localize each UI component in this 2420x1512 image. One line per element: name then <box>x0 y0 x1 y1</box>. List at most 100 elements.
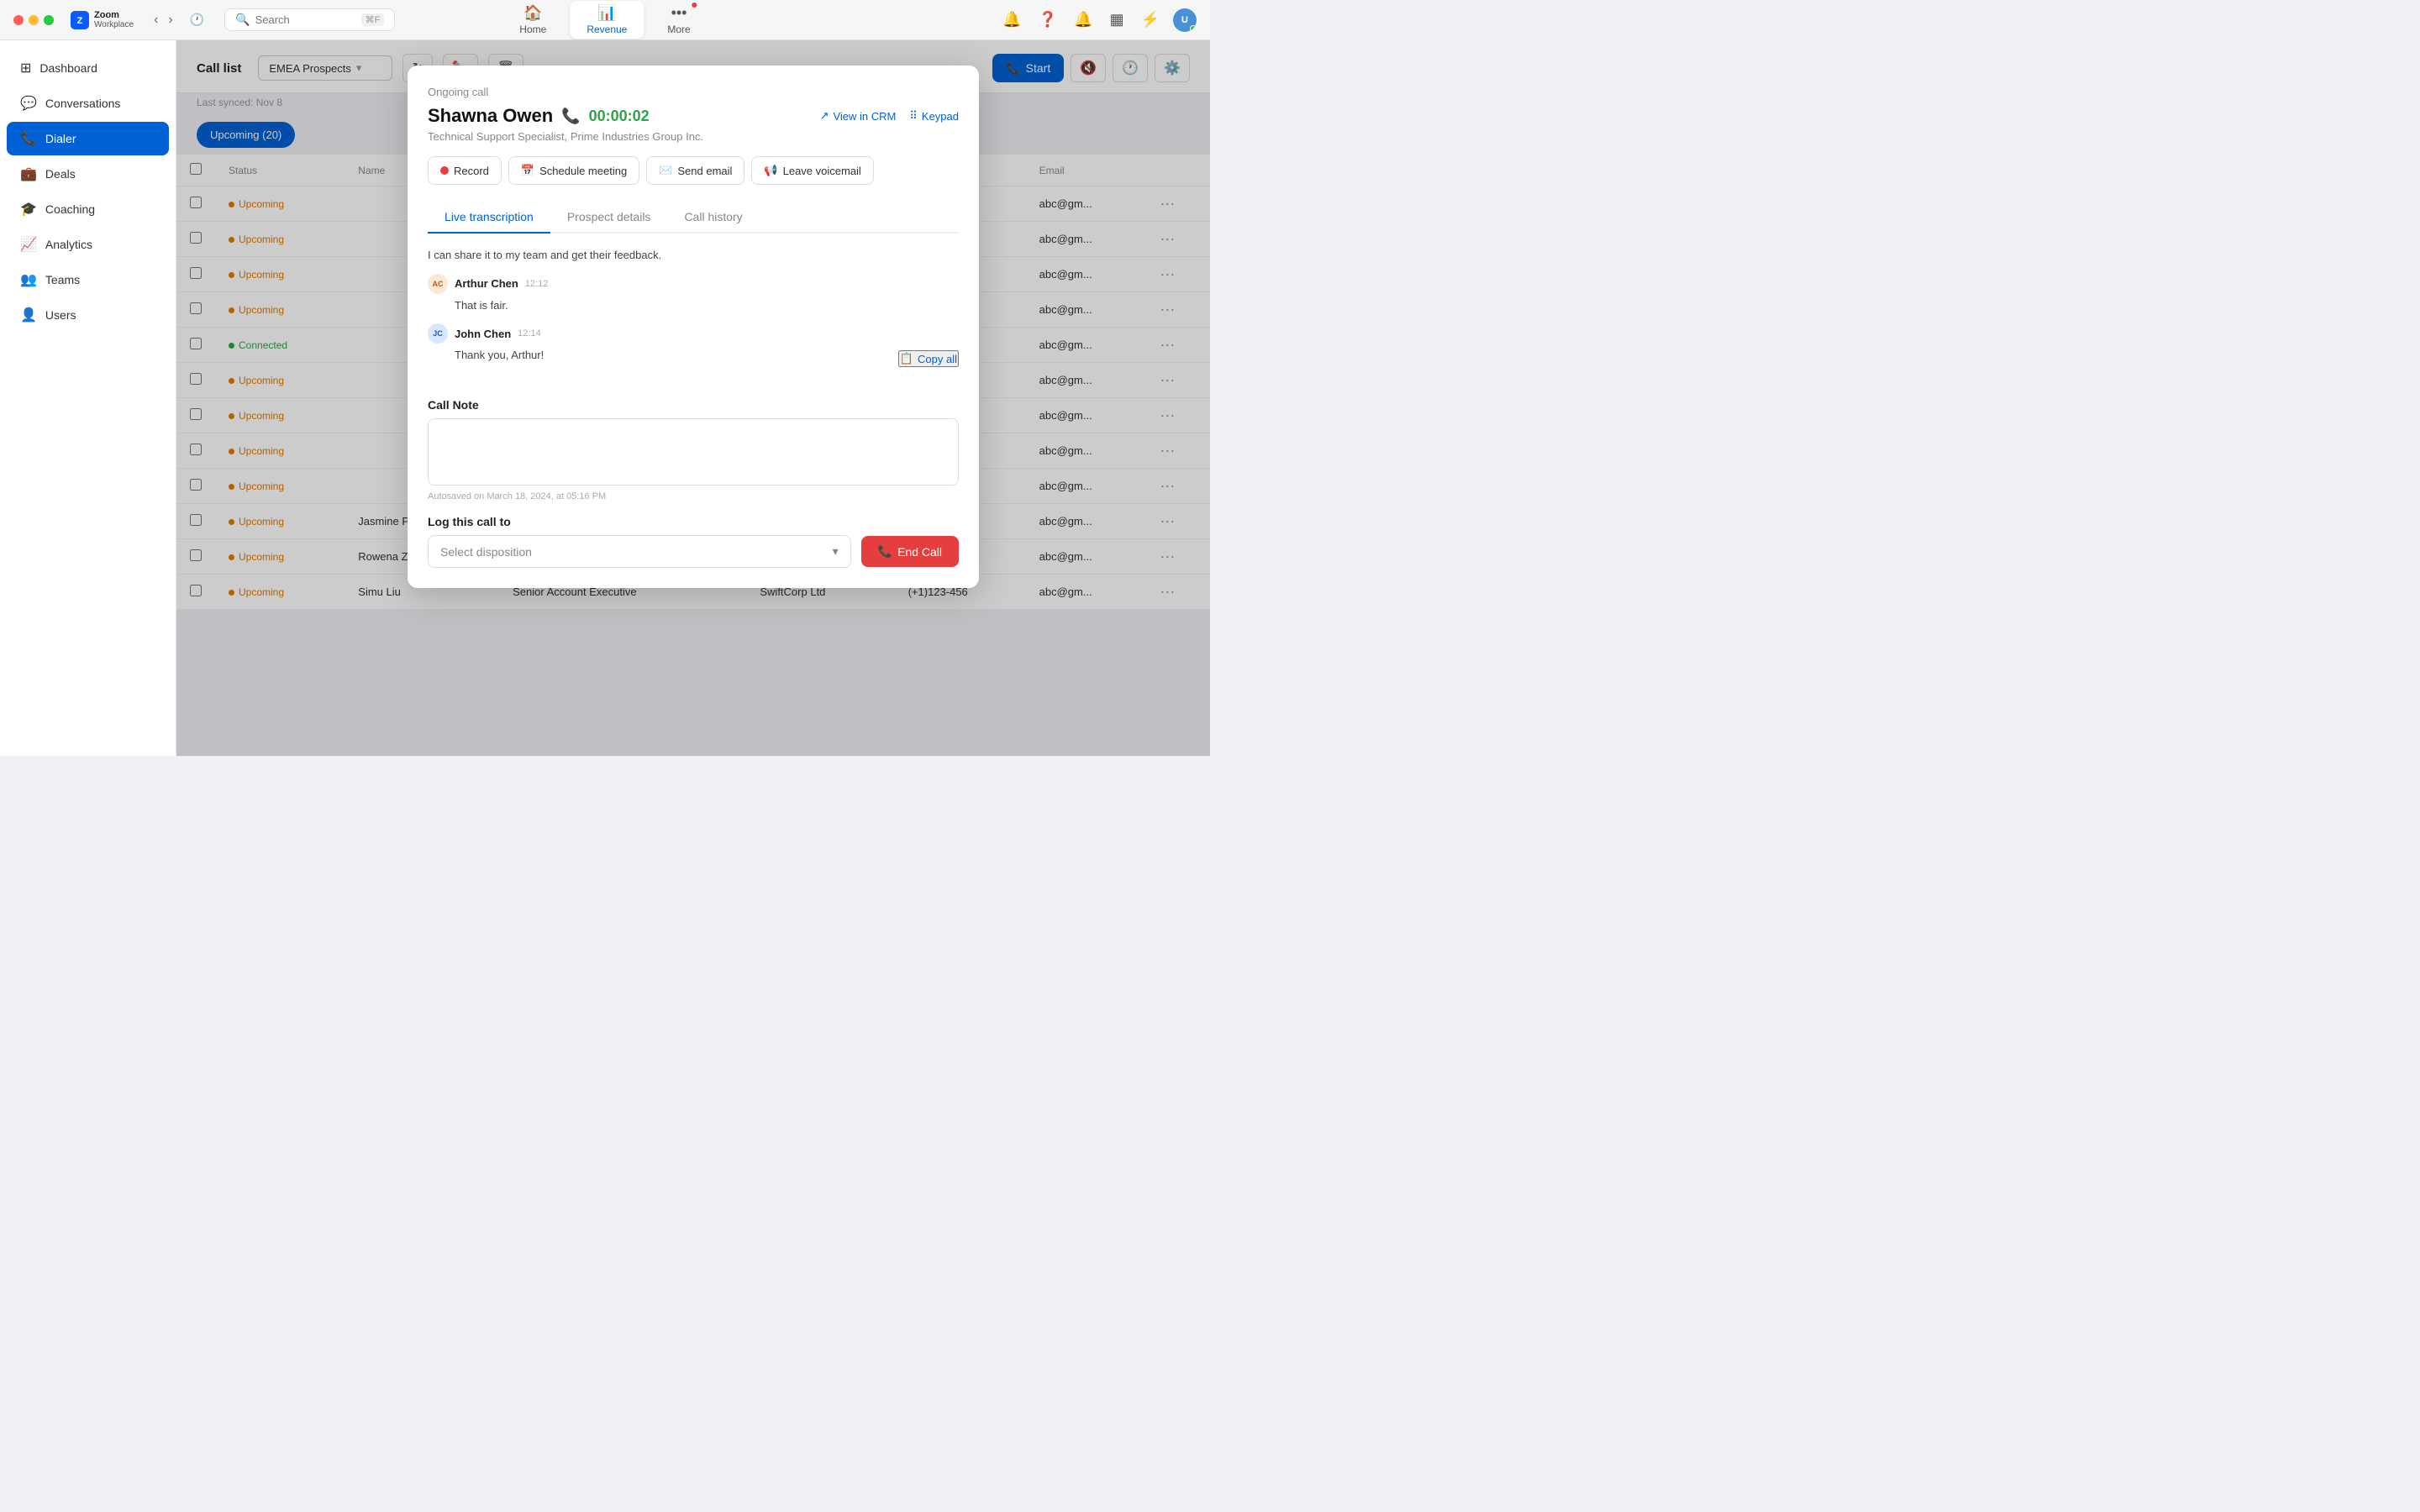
revenue-icon: 📊 <box>597 4 616 22</box>
tl-minimize[interactable] <box>29 15 39 25</box>
nav-tab-home[interactable]: 🏠 Home <box>502 1 563 39</box>
arthur-content: That is fair. <box>455 297 959 314</box>
sidebar-item-teams-label: Teams <box>45 273 80 286</box>
view-in-crm-link[interactable]: ↗ View in CRM <box>820 109 897 123</box>
record-dot-icon <box>440 166 449 175</box>
record-label: Record <box>454 165 489 177</box>
caller-name: Shawna Owen 📞 00:00:02 <box>428 105 650 127</box>
tl-fullscreen[interactable] <box>44 15 54 25</box>
coaching-icon: 🎓 <box>20 201 37 218</box>
copy-icon: 📋 <box>900 352 913 365</box>
app-layout: ⊞ Dashboard 💬 Conversations 📞 Dialer 💼 D… <box>0 40 1210 756</box>
sidebar-item-conversations[interactable]: 💬 Conversations <box>7 87 169 120</box>
tab-prospect-details-label: Prospect details <box>567 210 651 223</box>
end-call-label: End Call <box>897 545 942 559</box>
zoom-logo: Z Zoom Workplace <box>71 10 134 29</box>
trans-person-arthur: AC Arthur Chen 12:12 <box>428 274 959 294</box>
send-email-button[interactable]: ✉️ Send email <box>646 156 744 185</box>
schedule-label: Schedule meeting <box>539 165 627 177</box>
sidebar-item-dashboard[interactable]: ⊞ Dashboard <box>7 51 169 85</box>
conversations-icon: 💬 <box>20 95 37 112</box>
notification-icon[interactable]: 🔔 <box>999 8 1024 32</box>
keypad-icon: ⠿ <box>909 109 918 123</box>
keypad-link[interactable]: ⠿ Keypad <box>909 109 959 123</box>
home-icon: 🏠 <box>523 4 542 22</box>
more-icon: ••• <box>671 4 687 22</box>
zoom-text: Zoom <box>94 10 134 20</box>
record-button[interactable]: Record <box>428 156 502 185</box>
john-content: Thank you, Arthur! <box>455 347 544 364</box>
sidebar-item-deals-label: Deals <box>45 167 76 181</box>
log-section: Log this call to Select disposition ▾ 📞 … <box>428 515 959 568</box>
schedule-meeting-button[interactable]: 📅 Schedule meeting <box>508 156 639 185</box>
sidebar-item-users[interactable]: 👤 Users <box>7 298 169 332</box>
voicemail-label: Leave voicemail <box>783 165 861 177</box>
traffic-lights <box>13 15 54 25</box>
sidebar-item-analytics[interactable]: 📈 Analytics <box>7 228 169 261</box>
modal-overlay: Ongoing call Shawna Owen 📞 00:00:02 ↗ Vi… <box>176 40 1210 756</box>
arthur-time: 12:12 <box>525 279 549 289</box>
calendar-icon: 📅 <box>521 164 534 177</box>
search-icon: 🔍 <box>235 13 250 27</box>
voicemail-icon: 📢 <box>764 164 777 177</box>
nav-forward[interactable]: › <box>165 9 176 31</box>
call-note-label: Call Note <box>428 398 959 412</box>
sidebar-item-coaching-label: Coaching <box>45 202 95 216</box>
call-note-textarea[interactable] <box>428 418 959 486</box>
titlebar-right: 🔔 ❓ 🔔 ▦ ⚡ U <box>999 8 1197 32</box>
sidebar-item-dialer[interactable]: 📞 Dialer <box>7 122 169 155</box>
sidebar-item-deals[interactable]: 💼 Deals <box>7 157 169 191</box>
dashboard-icon: ⊞ <box>20 60 31 76</box>
nav-back[interactable]: ‹ <box>150 9 161 31</box>
leave-voicemail-button[interactable]: 📢 Leave voicemail <box>751 156 873 185</box>
sidebar-item-dialer-label: Dialer <box>45 132 76 145</box>
sidebar-item-dashboard-label: Dashboard <box>39 61 97 75</box>
copy-all-label: Copy all <box>918 353 957 365</box>
sidebar-item-teams[interactable]: 👥 Teams <box>7 263 169 297</box>
caller-name-text: Shawna Owen <box>428 105 553 127</box>
nav-arrows: ‹ › <box>150 9 176 31</box>
sidebar-item-users-label: Users <box>45 308 76 322</box>
end-call-button[interactable]: 📞 End Call <box>861 536 959 567</box>
titlebar-nav: 🏠 Home 📊 Revenue ••• More <box>502 1 707 39</box>
bell-icon[interactable]: 🔔 <box>1071 8 1096 32</box>
phone-active-icon: 📞 <box>561 108 580 125</box>
copy-all-button[interactable]: 📋 Copy all <box>898 350 959 367</box>
modal-top-actions: ↗ View in CRM ⠿ Keypad <box>820 109 959 123</box>
history-btn[interactable]: 🕐 <box>187 9 208 30</box>
layout-icon[interactable]: ▦ <box>1107 8 1128 32</box>
trans-message-arthur: AC Arthur Chen 12:12 That is fair. <box>428 274 959 314</box>
trans-person-john: JC John Chen 12:14 <box>428 323 959 344</box>
search-shortcut: ⌘F <box>361 13 385 26</box>
more-dot <box>692 3 697 8</box>
modal-tabs: Live transcription Prospect details Call… <box>428 202 959 234</box>
disposition-select[interactable]: Select disposition ▾ <box>428 535 851 568</box>
deals-icon: 💼 <box>20 165 37 182</box>
caller-title: Technical Support Specialist, Prime Indu… <box>428 130 959 143</box>
keypad-label: Keypad <box>922 110 959 123</box>
nav-tab-revenue[interactable]: 📊 Revenue <box>570 1 644 39</box>
nav-tab-more[interactable]: ••• More <box>650 1 707 39</box>
user-avatar[interactable]: U <box>1173 8 1197 32</box>
tab-call-history[interactable]: Call history <box>667 202 759 234</box>
disposition-placeholder: Select disposition <box>440 545 532 559</box>
transcription-area: I can share it to my team and get their … <box>428 234 959 385</box>
john-name: John Chen <box>455 328 511 340</box>
tab-live-transcription[interactable]: Live transcription <box>428 202 550 234</box>
modal-header: Ongoing call Shawna Owen 📞 00:00:02 ↗ Vi… <box>428 86 959 143</box>
extension-icon[interactable]: ⚡ <box>1138 8 1163 32</box>
email-label: Send email <box>677 165 732 177</box>
search-input[interactable] <box>255 13 356 26</box>
nav-tab-revenue-label: Revenue <box>587 24 627 35</box>
ongoing-label: Ongoing call <box>428 86 959 98</box>
zoom-sub: Workplace <box>94 20 134 29</box>
sidebar: ⊞ Dashboard 💬 Conversations 📞 Dialer 💼 D… <box>0 40 176 756</box>
help-icon[interactable]: ❓ <box>1035 8 1060 32</box>
tl-close[interactable] <box>13 15 24 25</box>
online-indicator <box>1190 25 1197 32</box>
svg-text:Z: Z <box>77 16 83 26</box>
log-label: Log this call to <box>428 515 959 528</box>
sidebar-item-coaching[interactable]: 🎓 Coaching <box>7 192 169 226</box>
tab-prospect-details[interactable]: Prospect details <box>550 202 668 234</box>
call-timer: 00:00:02 <box>589 108 650 125</box>
